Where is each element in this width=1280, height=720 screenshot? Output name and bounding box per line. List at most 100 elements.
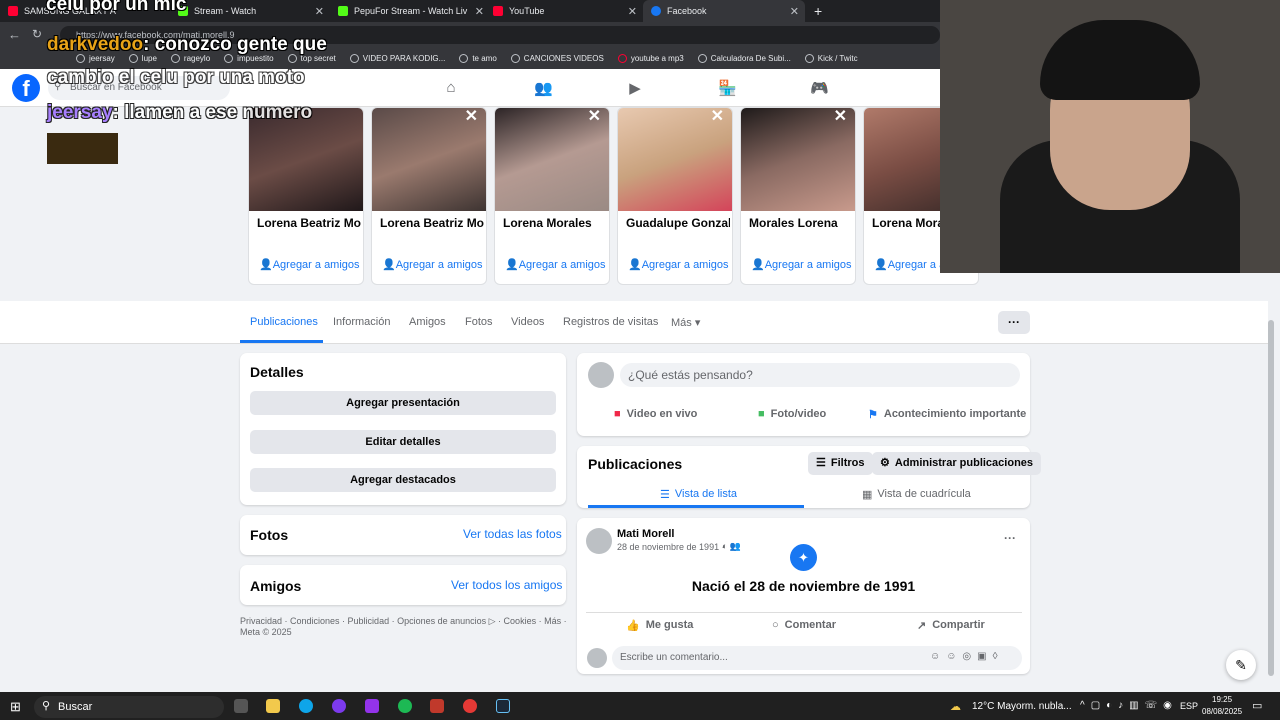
clock-date[interactable]: 08/08/2025	[1202, 707, 1242, 716]
suggestion-name[interactable]: Morales Lorena	[749, 216, 853, 230]
tab-informacion[interactable]: Información	[333, 316, 390, 328]
taskbar-search-input[interactable]: Buscar	[34, 696, 224, 718]
streamer-hair	[1040, 20, 1200, 100]
photo-icon: ■	[758, 408, 765, 420]
add-friend-button[interactable]: 👤Agregar a amigos	[382, 258, 483, 271]
add-friend-button[interactable]: 👤Agregar a amigos	[505, 258, 606, 271]
file-explorer-icon[interactable]	[266, 699, 280, 713]
suggestion-name[interactable]: Guadalupe Gonzale	[626, 216, 730, 230]
task-view-icon[interactable]	[234, 699, 248, 713]
new-tab-button[interactable]: +	[806, 0, 826, 22]
more-options-button[interactable]: ···	[998, 311, 1030, 334]
bookmark-item[interactable]: te amo	[459, 54, 497, 63]
bookmark-item[interactable]: Kick / Twitc	[804, 54, 858, 63]
photos-title: Fotos	[250, 527, 289, 543]
tab-registros[interactable]: Registros de visitas	[563, 316, 658, 328]
privacy-icon[interactable]: ◐ 👥	[722, 541, 741, 552]
share-button[interactable]: ↗ Compartir	[917, 619, 985, 632]
system-tray-icons[interactable]: ^▢◐♪▥☏◉	[1080, 700, 1178, 711]
live-video-button[interactable]: ■ Video en vivo	[614, 408, 697, 420]
tab-publicaciones[interactable]: Publicaciones	[250, 316, 318, 328]
add-friend-button[interactable]: 👤Agregar a a	[874, 258, 945, 271]
scrollbar[interactable]	[1268, 320, 1274, 676]
marketplace-icon[interactable]: 🏪	[718, 79, 737, 97]
webcam-overlay	[940, 0, 1280, 273]
bookmark-item[interactable]: youtube a mp3	[617, 54, 684, 63]
post-author[interactable]: Mati Morell	[617, 528, 674, 540]
tab-fotos[interactable]: Fotos	[465, 316, 493, 328]
steam-icon[interactable]	[496, 699, 510, 713]
close-icon[interactable]: ✕	[588, 108, 601, 126]
suggestion-name[interactable]: Lorena Morales	[503, 216, 607, 230]
back-icon[interactable]: ←	[8, 27, 21, 42]
tab-pepufor[interactable]: PepuFor Stream - Watch Liv ✕	[330, 0, 490, 22]
close-icon[interactable]: ✕	[628, 5, 637, 18]
avatar[interactable]	[588, 362, 614, 388]
like-button[interactable]: 👍 Me gusta	[626, 619, 693, 632]
tab-stream-kick[interactable]: Stream - Watch ✕	[170, 0, 330, 22]
photo-video-button[interactable]: ■ Foto/video	[758, 408, 826, 420]
close-icon[interactable]: ✕	[834, 108, 847, 126]
tab-amigos[interactable]: Amigos	[409, 316, 446, 328]
see-all-friends-link[interactable]: Ver todos los amigos	[451, 578, 562, 592]
comment-tools-icon[interactable]: ☺☺◎▣◊	[930, 651, 1004, 662]
language-indicator[interactable]: ESP	[1180, 701, 1198, 711]
close-icon[interactable]: ✕	[315, 5, 324, 18]
reload-icon[interactable]: ↻	[32, 27, 42, 41]
chat-overlay-line: jeersay: llamen a ese numero	[47, 102, 313, 123]
life-event-button[interactable]: ⚑ Acontecimiento importante	[868, 408, 1026, 421]
close-icon[interactable]: ✕	[465, 108, 478, 126]
windows-start-icon[interactable]: ⊞	[10, 699, 21, 715]
avatar[interactable]	[586, 528, 612, 554]
youtube-icon	[8, 6, 18, 16]
friends-icon[interactable]: 👥	[534, 79, 553, 97]
game-icon[interactable]	[430, 699, 444, 713]
close-icon[interactable]: ✕	[790, 5, 799, 18]
tab-videos[interactable]: Videos	[511, 316, 544, 328]
suggestion-name[interactable]: Lorena Beatriz Mora	[380, 216, 484, 230]
list-view-tab[interactable]: ☰ Vista de lista	[660, 488, 737, 501]
gaming-icon[interactable]: 🎮	[810, 79, 829, 97]
video-icon[interactable]: ▶	[626, 79, 644, 97]
globe-icon	[510, 54, 520, 63]
close-icon[interactable]: ✕	[711, 108, 724, 126]
notifications-icon[interactable]: ▭	[1252, 699, 1262, 712]
suggestion-name[interactable]: Lorena Beatriz Mora	[257, 216, 361, 230]
composer-input[interactable]: ¿Qué estás pensando?	[620, 363, 1020, 387]
avatar[interactable]	[587, 648, 607, 668]
footer-links[interactable]: Privacidad · Condiciones · Publicidad · …	[240, 616, 570, 627]
details-title: Detalles	[250, 364, 304, 380]
add-friend-button[interactable]: 👤Agregar a amigos	[628, 258, 729, 271]
weather-text[interactable]: 12°C Mayorm. nubla...	[972, 701, 1072, 712]
add-featured-button[interactable]: Agregar destacados	[250, 468, 556, 492]
post-options-icon[interactable]: ···	[1004, 531, 1016, 545]
grid-view-tab[interactable]: ▦ Vista de cuadrícula	[862, 488, 971, 501]
manage-posts-button[interactable]: ⚙ Administrar publicaciones	[872, 452, 1042, 475]
add-bio-button[interactable]: Agregar presentación	[250, 391, 556, 415]
app-icon[interactable]	[332, 699, 346, 713]
tab-youtube[interactable]: YouTube ✕	[485, 0, 643, 22]
live-video-icon: ■	[614, 408, 621, 420]
post-date[interactable]: 28 de noviembre de 1991 ·	[617, 542, 725, 552]
canva-icon[interactable]	[365, 699, 379, 713]
bookmark-item[interactable]: VIDEO PARA KODIG...	[349, 54, 445, 63]
edit-details-button[interactable]: Editar detalles	[250, 430, 556, 454]
bookmark-item[interactable]: CANCIONES VIDEOS	[510, 54, 604, 63]
facebook-logo[interactable]: f	[12, 74, 40, 102]
add-friend-button[interactable]: 👤Agregar a amigos	[259, 258, 360, 271]
close-icon[interactable]: ✕	[475, 5, 484, 18]
bookmark-item[interactable]: Calculadora De Subi...	[697, 54, 791, 63]
spotify-icon[interactable]	[398, 699, 412, 713]
home-icon[interactable]: ⌂	[442, 79, 460, 97]
app-icon[interactable]	[463, 699, 477, 713]
edge-icon[interactable]	[299, 699, 313, 713]
comment-button[interactable]: ○ Comentar	[772, 619, 836, 631]
add-friend-button[interactable]: 👤Agregar a amigos	[751, 258, 852, 271]
tab-mas[interactable]: Más ▾	[671, 316, 700, 329]
see-all-photos-link[interactable]: Ver todas las fotos	[463, 527, 562, 541]
filters-button[interactable]: ☰ Filtros	[808, 452, 873, 475]
clock-time[interactable]: 19:25	[1212, 695, 1232, 704]
posts-title: Publicaciones	[588, 456, 683, 472]
tab-facebook[interactable]: Facebook ✕	[643, 0, 805, 22]
new-message-button[interactable]: ✎	[1226, 650, 1256, 680]
